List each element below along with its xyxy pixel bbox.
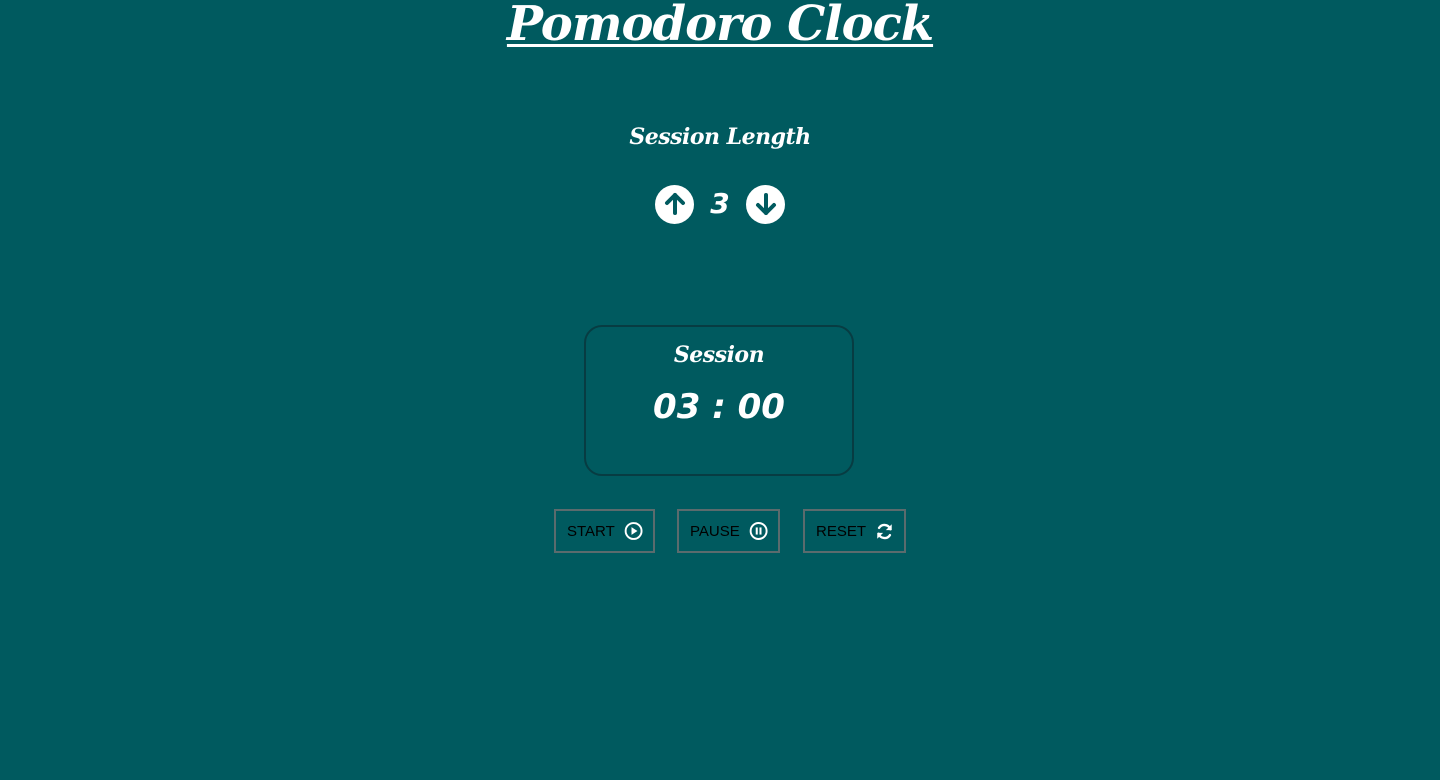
refresh-icon bbox=[877, 523, 892, 539]
play-circle-icon bbox=[624, 522, 643, 540]
reset-button-label: RESET bbox=[816, 522, 867, 540]
page-title-text: Pomodoro Clock bbox=[506, 0, 934, 52]
session-length-controls: 3 bbox=[0, 184, 1440, 224]
decrement-session-button[interactable] bbox=[746, 184, 785, 224]
increment-session-button[interactable] bbox=[655, 184, 694, 224]
pomodoro-page: Pomodoro Clock Session Length 3 Session … bbox=[0, 0, 1440, 780]
arrow-down-circle-icon bbox=[755, 193, 776, 215]
start-button[interactable]: START bbox=[554, 509, 655, 553]
timer-panel: Session 03 : 00 bbox=[584, 325, 854, 476]
pause-circle-icon bbox=[749, 522, 768, 540]
arrow-up-circle-icon bbox=[664, 193, 685, 215]
session-length-value: 3 bbox=[710, 187, 730, 220]
timer-display: 03 : 00 bbox=[653, 387, 785, 427]
page-title: Pomodoro Clock bbox=[0, 0, 1440, 54]
session-length-label: Session Length bbox=[629, 124, 811, 150]
pause-button[interactable]: PAUSE bbox=[677, 509, 780, 553]
timer-label: Session bbox=[673, 342, 765, 368]
start-button-label: START bbox=[567, 522, 615, 540]
pause-button-label: PAUSE bbox=[690, 522, 740, 540]
reset-button[interactable]: RESET bbox=[803, 509, 906, 553]
